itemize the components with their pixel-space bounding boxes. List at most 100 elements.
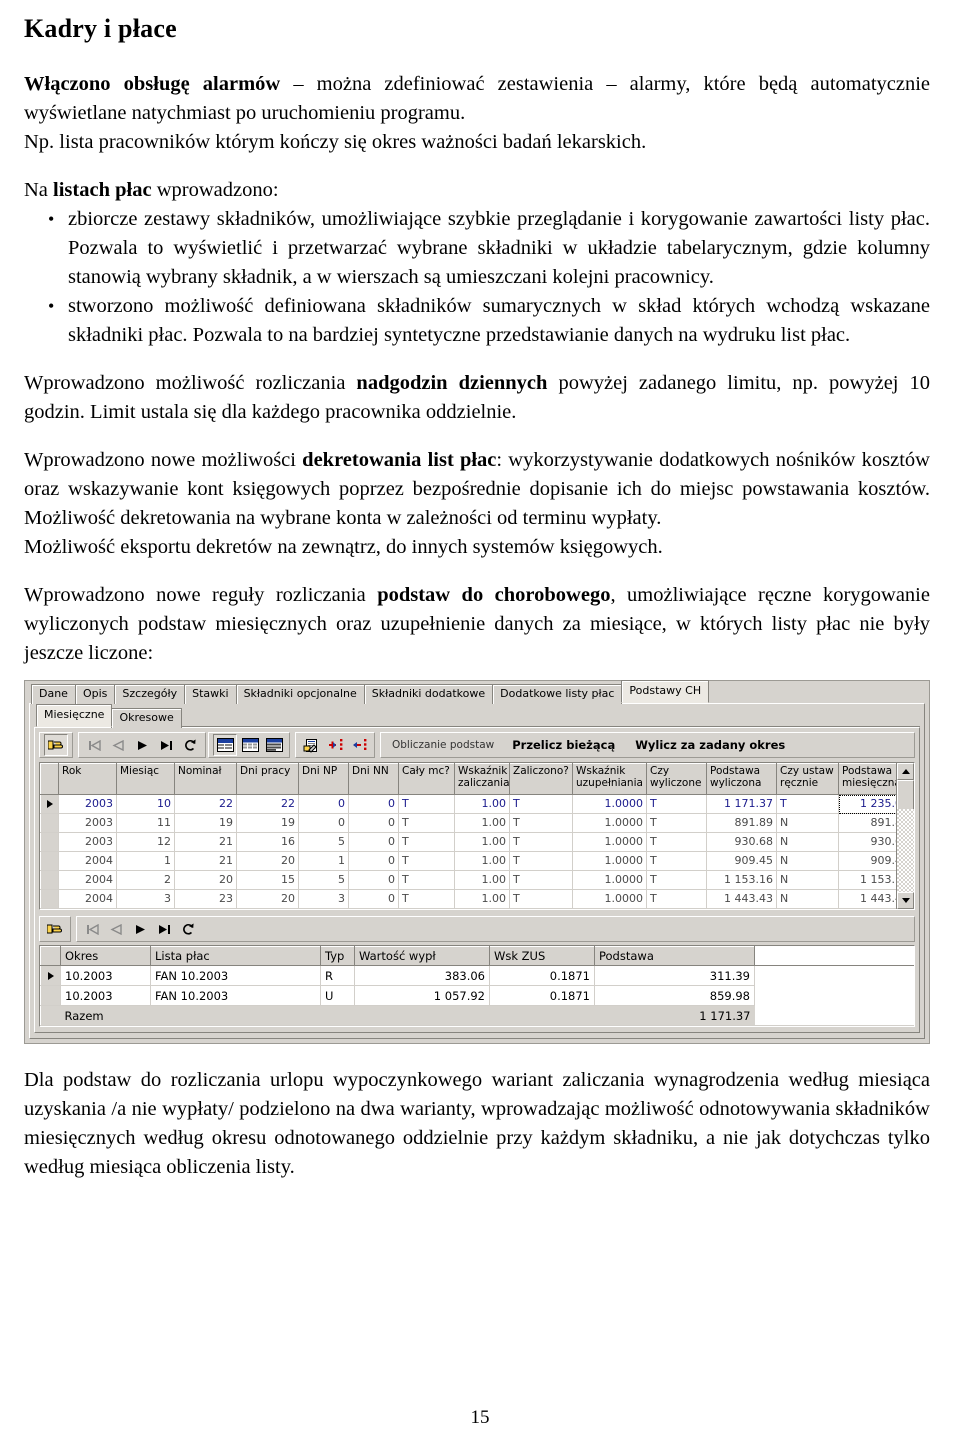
cell-nominal[interactable]: 21 <box>174 851 237 871</box>
cell-caly-mc[interactable]: T <box>398 870 455 890</box>
table-row[interactable]: 10.2003 FAN 10.2003 U 1 057.92 0.1871 85… <box>40 985 915 1006</box>
cell-rok[interactable]: 2004 <box>58 889 117 909</box>
tab-dane[interactable]: Dane <box>31 684 76 704</box>
cell-miesiac[interactable]: 1 <box>116 851 175 871</box>
scrollbar-thumb[interactable] <box>897 780 914 812</box>
cell-podstawa[interactable]: 311.39 <box>594 965 755 986</box>
column-header-wskaznik-zaliczania[interactable]: Wskaźnik zaliczania <box>454 763 510 795</box>
tab-dodatkowe-listy-plac[interactable]: Dodatkowe listy płac <box>492 684 623 704</box>
cell-dni-pracy[interactable]: 16 <box>236 832 299 852</box>
cell-czy-wyliczone[interactable]: T <box>646 851 707 871</box>
scroll-down-button[interactable] <box>897 892 914 909</box>
cell-dni-nn[interactable]: 0 <box>348 889 399 909</box>
cell-dni-np[interactable]: 1 <box>298 851 349 871</box>
last-record-icon[interactable] <box>155 735 177 755</box>
cell-caly-mc[interactable]: T <box>398 889 455 909</box>
next-record-icon[interactable] <box>131 735 153 755</box>
cell-wskaznik-zaliczania[interactable]: 1.00 <box>454 832 510 852</box>
cell-wskaznik-zaliczania[interactable]: 1.00 <box>454 794 510 814</box>
cell-czy-wyliczone[interactable]: T <box>646 794 707 814</box>
cell-zaliczono[interactable]: T <box>509 889 573 909</box>
calculate-period-button[interactable]: Wylicz za zadany okres <box>625 738 795 752</box>
list-view-icon[interactable] <box>263 735 285 755</box>
cell-caly-mc[interactable]: T <box>398 794 455 814</box>
cell-podstawa-wyliczona[interactable]: 909.45 <box>706 851 777 871</box>
cell-wskaznik-zaliczania[interactable]: 1.00 <box>454 813 510 833</box>
table-row[interactable]: 2003 11 19 19 0 0 T 1.00 T 1.0000 T 891.… <box>40 813 913 833</box>
last-record-icon[interactable] <box>153 919 175 939</box>
cell-rok[interactable]: 2004 <box>58 870 117 890</box>
cell-nominal[interactable]: 22 <box>174 794 237 814</box>
cell-miesiac[interactable]: 12 <box>116 832 175 852</box>
cell-rok[interactable]: 2004 <box>58 851 117 871</box>
column-header-dni-nn[interactable]: Dni NN <box>348 763 399 795</box>
cell-wskaznik-zaliczania[interactable]: 1.00 <box>454 851 510 871</box>
cell-czy-ustaw-recznie[interactable]: N <box>776 832 839 852</box>
cell-zaliczono[interactable]: T <box>509 813 573 833</box>
cell-czy-wyliczone[interactable]: T <box>646 832 707 852</box>
column-header-czy-wyliczone[interactable]: Czy wyliczone <box>646 763 707 795</box>
column-header-caly-mc[interactable]: Cały mc? <box>398 763 455 795</box>
cell-caly-mc[interactable]: T <box>398 851 455 871</box>
previous-record-icon[interactable] <box>105 919 127 939</box>
cell-czy-ustaw-recznie[interactable]: N <box>776 851 839 871</box>
cell-wskaznik-uzupelniania[interactable]: 1.0000 <box>572 851 647 871</box>
cell-zaliczono[interactable]: T <box>509 851 573 871</box>
cell-wsk-zus[interactable]: 0.1871 <box>489 965 595 986</box>
cell-zaliczono[interactable]: T <box>509 832 573 852</box>
cell-rok[interactable]: 2003 <box>58 832 117 852</box>
cell-dni-nn[interactable]: 0 <box>348 851 399 871</box>
cell-dni-pracy[interactable]: 20 <box>236 889 299 909</box>
column-header-dni-np[interactable]: Dni NP <box>298 763 349 795</box>
cell-nominal[interactable]: 23 <box>174 889 237 909</box>
cell-podstawa-wyliczona[interactable]: 1 171.37 <box>706 794 777 814</box>
cell-wskaznik-uzupelniania[interactable]: 1.0000 <box>572 794 647 814</box>
column-header-wartosc-wypl[interactable]: Wartość wypł <box>354 946 490 966</box>
cell-miesiac[interactable]: 11 <box>116 813 175 833</box>
cell-caly-mc[interactable]: T <box>398 813 455 833</box>
cell-dni-pracy[interactable]: 15 <box>236 870 299 890</box>
cell-okres[interactable]: 10.2003 <box>60 965 151 986</box>
cell-dni-np[interactable]: 5 <box>298 832 349 852</box>
exit-hand-icon[interactable] <box>44 919 66 939</box>
refresh-icon[interactable] <box>179 735 201 755</box>
cell-rok[interactable]: 2003 <box>58 794 117 814</box>
cell-miesiac[interactable]: 10 <box>116 794 175 814</box>
tab-skladniki-opcjonalne[interactable]: Składniki opcjonalne <box>235 684 365 704</box>
tab-okresowe[interactable]: Okresowe <box>111 708 182 728</box>
delete-record-icon[interactable] <box>348 735 370 755</box>
refresh-icon[interactable] <box>177 919 199 939</box>
first-record-icon[interactable] <box>83 735 105 755</box>
scrollbar-track[interactable] <box>897 809 914 893</box>
column-header-wskaznik-uzupelniania[interactable]: Wskaźnik uzupełniania <box>572 763 647 795</box>
cell-lista-plac[interactable]: FAN 10.2003 <box>150 965 321 986</box>
cell-dni-nn[interactable]: 0 <box>348 832 399 852</box>
column-header-podstawa[interactable]: Podstawa <box>594 946 755 966</box>
cell-czy-wyliczone[interactable]: T <box>646 870 707 890</box>
cell-wsk-zus[interactable]: 0.1871 <box>489 985 595 1006</box>
cell-rok[interactable]: 2003 <box>58 813 117 833</box>
cell-nominal[interactable]: 20 <box>174 870 237 890</box>
cell-czy-wyliczone[interactable]: T <box>646 889 707 909</box>
cell-miesiac[interactable]: 3 <box>116 889 175 909</box>
cell-czy-wyliczone[interactable]: T <box>646 813 707 833</box>
cell-dni-np[interactable]: 5 <box>298 870 349 890</box>
tab-miesieczne[interactable]: Miesięczne <box>36 704 113 727</box>
tab-stawki[interactable]: Stawki <box>184 684 237 704</box>
grid-view-icon[interactable] <box>213 734 237 756</box>
add-record-icon[interactable] <box>324 735 346 755</box>
next-record-icon[interactable] <box>129 919 151 939</box>
column-header-okres[interactable]: Okres <box>60 946 151 966</box>
cell-dni-nn[interactable]: 0 <box>348 813 399 833</box>
table-view-icon[interactable] <box>239 735 261 755</box>
recalculate-current-button[interactable]: Przelicz bieżącą <box>502 738 625 752</box>
tab-szczegoly[interactable]: Szczegóły <box>114 684 186 704</box>
column-header-podstawa-wyliczona[interactable]: Podstawa wyliczona <box>706 763 777 795</box>
cell-podstawa-wyliczona[interactable]: 930.68 <box>706 832 777 852</box>
cell-nominal[interactable]: 21 <box>174 832 237 852</box>
cell-czy-ustaw-recznie[interactable]: T <box>776 794 839 814</box>
cell-typ[interactable]: R <box>320 965 355 986</box>
column-header-dni-pracy[interactable]: Dni pracy <box>236 763 299 795</box>
scroll-up-button[interactable] <box>897 763 914 780</box>
column-header-wsk-zus[interactable]: Wsk ZUS <box>489 946 595 966</box>
